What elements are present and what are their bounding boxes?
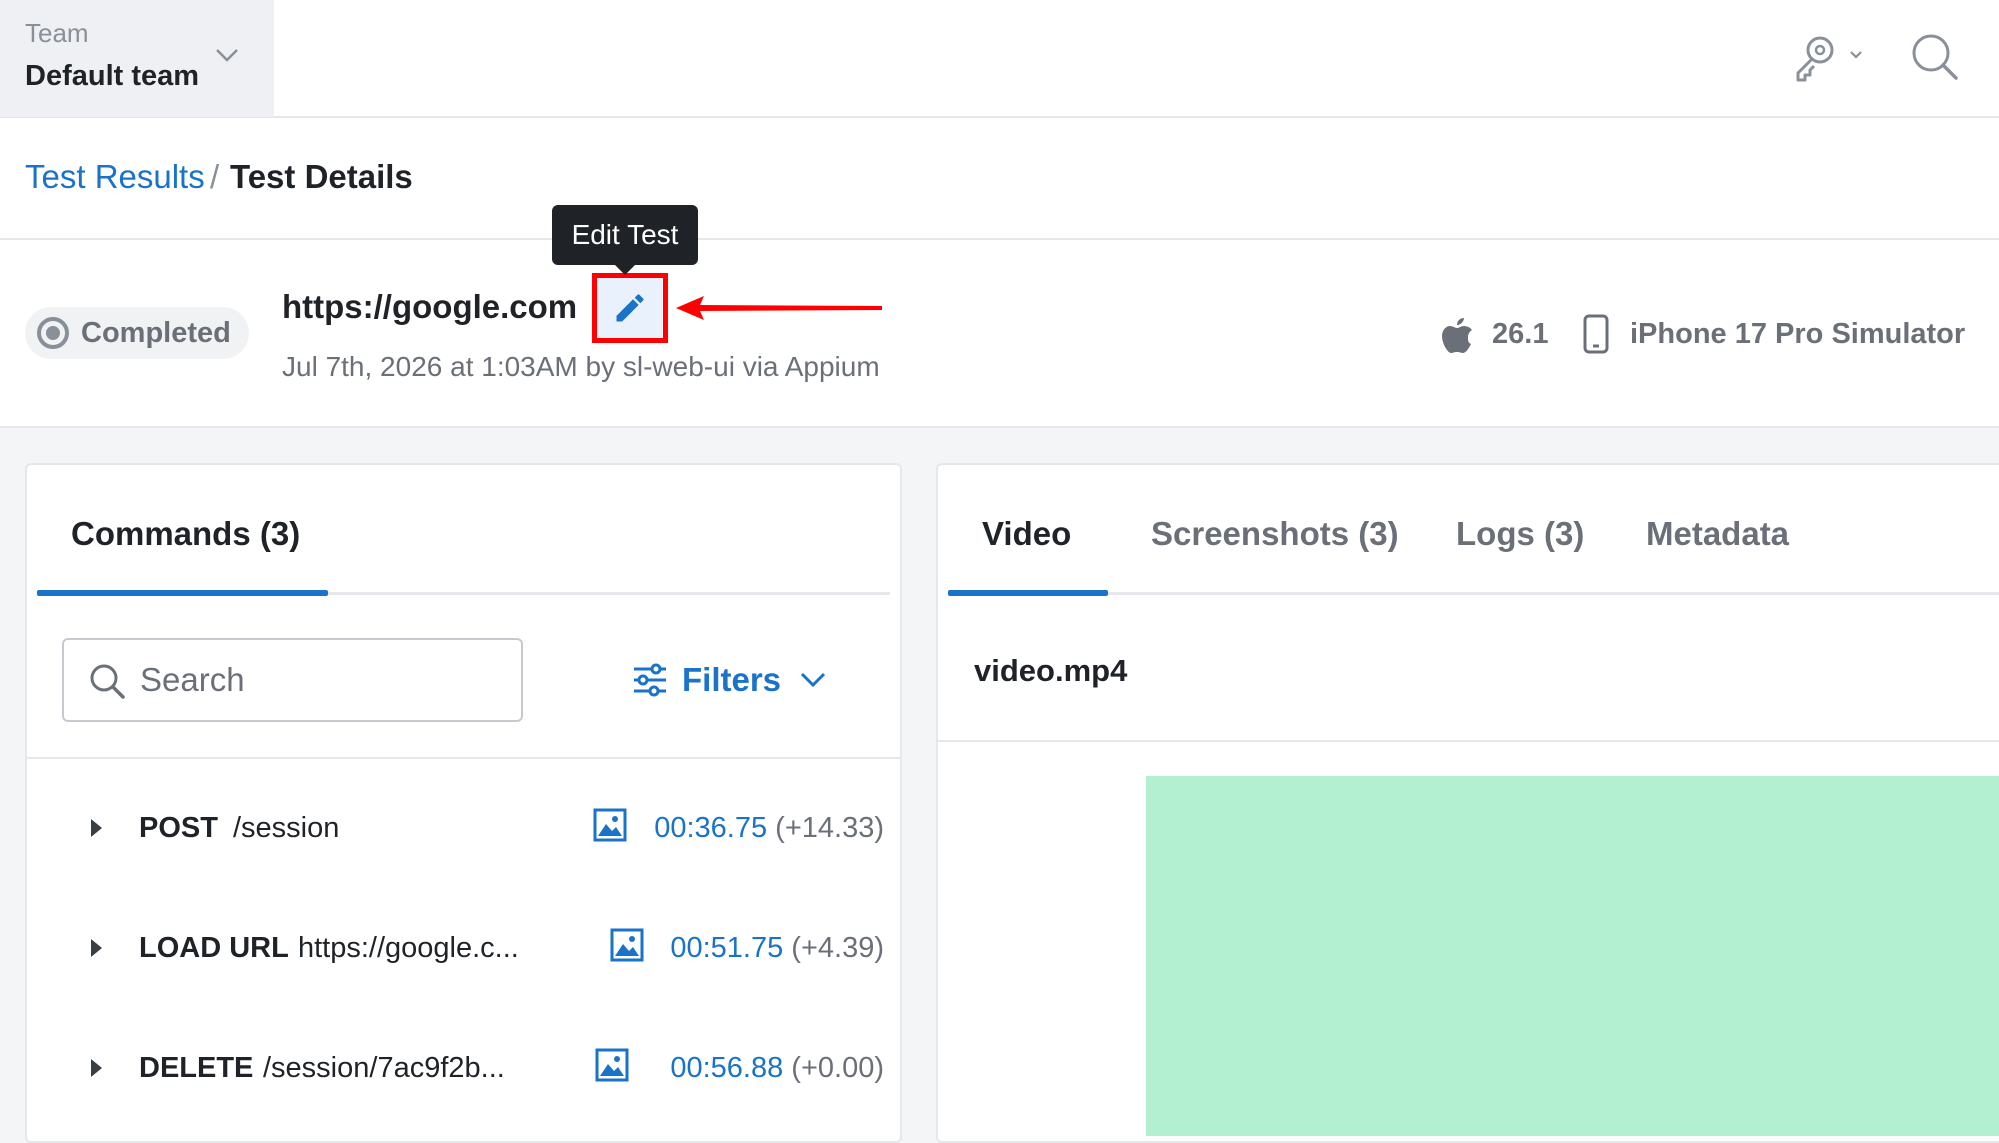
command-method: LOAD URL bbox=[139, 932, 289, 964]
annotation-arrow-icon bbox=[676, 296, 882, 320]
command-row[interactable]: POST /session 00:36.75 (+14.33) bbox=[27, 798, 900, 858]
media-divider bbox=[938, 740, 1999, 742]
filters-icon bbox=[634, 663, 666, 697]
command-delta: (+4.39) bbox=[791, 932, 884, 964]
breadcrumb-separator: / bbox=[210, 158, 220, 195]
image-icon[interactable] bbox=[595, 1048, 629, 1082]
device-name: iPhone 17 Pro Simulator bbox=[1630, 318, 1966, 350]
tab-logs[interactable]: Logs (3) bbox=[1456, 515, 1584, 553]
video-file-name: video.mp4 bbox=[974, 653, 1128, 688]
tab-metadata[interactable]: Metadata bbox=[1646, 515, 1789, 553]
commands-divider bbox=[27, 757, 900, 759]
command-path: https://google.c... bbox=[298, 932, 519, 964]
os-version: 26.1 bbox=[1492, 318, 1549, 350]
search-input[interactable] bbox=[140, 654, 500, 706]
video-player[interactable] bbox=[1146, 776, 1999, 1136]
caret-right-icon bbox=[91, 939, 102, 957]
command-path: /session bbox=[233, 812, 340, 844]
chevron-down-icon bbox=[216, 49, 238, 62]
command-timestamp: 00:56.88 (+0.00) bbox=[670, 1052, 884, 1085]
filters-label: Filters bbox=[682, 661, 782, 698]
command-timestamp: 00:51.75 (+4.39) bbox=[670, 932, 884, 965]
test-title: https://google.com bbox=[282, 288, 578, 325]
caret-right-icon bbox=[91, 1059, 102, 1077]
phone-icon bbox=[1583, 314, 1609, 354]
test-subtitle: Jul 7th, 2026 at 1:03AM by sl-web-ui via… bbox=[282, 351, 880, 382]
tab-video[interactable]: Video bbox=[982, 515, 1071, 553]
media-tab-bar: Video Screenshots (3) Logs (3) Metadata bbox=[948, 465, 1999, 596]
chevron-down-icon bbox=[800, 672, 826, 688]
apple-icon bbox=[1442, 318, 1472, 353]
top-bar: Team Default team bbox=[0, 0, 1999, 118]
commands-tab-bar: Commands (3) bbox=[37, 465, 890, 596]
team-name: Default team bbox=[25, 60, 200, 92]
media-panel: Video Screenshots (3) Logs (3) Metadata … bbox=[936, 463, 1999, 1143]
edit-test-button[interactable] bbox=[592, 273, 668, 343]
command-row[interactable]: LOAD URL https://google.c... 00:51.75 (+… bbox=[27, 918, 900, 978]
breadcrumb-current: Test Details bbox=[230, 158, 413, 195]
commands-search bbox=[62, 638, 523, 722]
global-search-button[interactable] bbox=[1910, 32, 1960, 84]
team-label: Team bbox=[25, 18, 89, 48]
command-time[interactable]: 00:36.75 bbox=[654, 812, 767, 844]
command-path: /session/7ac9f2b... bbox=[263, 1052, 505, 1084]
test-header: Completed https://google.com Jul 7th, 20… bbox=[0, 240, 1999, 428]
team-selector[interactable]: Team Default team bbox=[0, 0, 274, 117]
command-delta: (+0.00) bbox=[791, 1052, 884, 1084]
command-delta: (+14.33) bbox=[775, 812, 884, 844]
command-time[interactable]: 00:56.88 bbox=[670, 1052, 783, 1084]
tab-commands[interactable]: Commands (3) bbox=[71, 515, 300, 553]
command-time[interactable]: 00:51.75 bbox=[670, 932, 783, 964]
status-text: Completed bbox=[81, 316, 231, 349]
commands-panel: Commands (3) Filters POST /session 00:36… bbox=[25, 463, 902, 1143]
command-method: POST bbox=[139, 812, 218, 844]
command-method: DELETE bbox=[139, 1052, 254, 1084]
api-keys-button[interactable] bbox=[1790, 32, 1870, 84]
command-timestamp: 00:36.75 (+14.33) bbox=[654, 812, 884, 845]
search-icon bbox=[1912, 34, 1958, 80]
pencil-icon bbox=[616, 294, 644, 322]
tab-screenshots[interactable]: Screenshots (3) bbox=[1151, 515, 1399, 553]
breadcrumb: Test Results / Test Details bbox=[0, 118, 1999, 240]
caret-right-icon bbox=[91, 819, 102, 837]
search-icon bbox=[90, 664, 125, 699]
edit-test-tooltip: Edit Test bbox=[552, 205, 698, 275]
tab-underline bbox=[948, 590, 1108, 596]
filters-button[interactable]: Filters bbox=[632, 655, 827, 705]
command-row[interactable]: DELETE /session/7ac9f2b... 00:56.88 (+0.… bbox=[27, 1038, 900, 1098]
image-icon[interactable] bbox=[610, 928, 644, 962]
status-ring-icon bbox=[37, 317, 69, 349]
image-icon[interactable] bbox=[593, 808, 627, 842]
tab-underline bbox=[37, 590, 328, 596]
status-badge: Completed bbox=[25, 307, 249, 359]
breadcrumb-test-results-link[interactable]: Test Results bbox=[25, 158, 205, 196]
key-icon bbox=[1796, 36, 1862, 82]
